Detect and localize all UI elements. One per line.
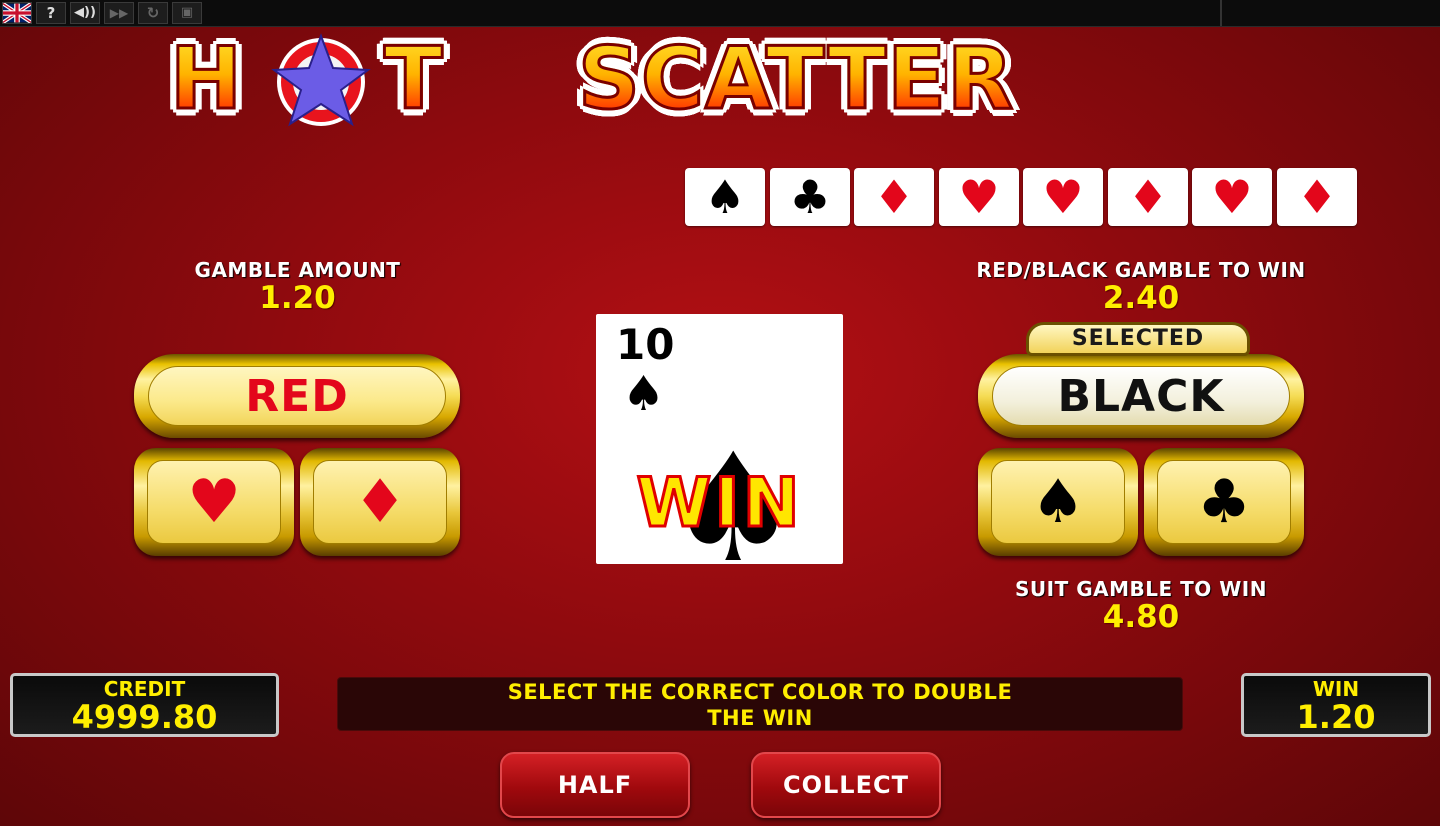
heart-suit-button[interactable]: ♥	[134, 448, 294, 556]
top-toolbar: ? ◀)) ▶▶ ↻ ▣	[0, 0, 1440, 27]
selected-badge: SELECTED	[1026, 322, 1250, 356]
red-button-label: RED	[148, 366, 446, 426]
speaker-icon[interactable]: ◀))	[70, 2, 100, 24]
diamond-suit-button[interactable]: ♦	[300, 448, 460, 556]
history-card: ♥	[939, 168, 1019, 226]
suit-gamble-label: SUIT GAMBLE TO WIN	[1015, 577, 1267, 601]
refresh-icon[interactable]: ↻	[138, 2, 168, 24]
red-black-gamble-value: 2.40	[1102, 280, 1180, 316]
star-target-icon	[271, 33, 371, 127]
message-bar: SELECT THE CORRECT COLOR TO DOUBLE THE W…	[337, 677, 1183, 731]
gamble-amount-value: 1.20	[259, 280, 336, 316]
logo-word-scatter: SCATTER	[576, 28, 1015, 131]
logo-letter-t: T	[383, 28, 445, 131]
history-card: ♥	[1023, 168, 1103, 226]
uk-flag-graphic	[3, 3, 31, 23]
club-icon: ♣	[1157, 460, 1291, 544]
red-black-gamble-label: RED/BLACK GAMBLE TO WIN	[976, 258, 1306, 282]
drawn-card: 10 ♠ ♠ WIN	[596, 314, 843, 564]
card-rank: 10	[616, 320, 675, 369]
credit-value: 4999.80	[71, 698, 218, 736]
black-button[interactable]: BLACK	[978, 354, 1304, 438]
fast-forward-icon[interactable]: ▶▶	[104, 2, 134, 24]
uk-flag-icon[interactable]	[2, 2, 32, 24]
help-button[interactable]: ?	[36, 2, 66, 24]
message-line-1: SELECT THE CORRECT COLOR TO DOUBLE	[507, 680, 1013, 704]
history-card: ♦	[1108, 168, 1188, 226]
logo-letter-h: H	[169, 28, 244, 131]
red-button[interactable]: RED	[134, 354, 460, 438]
card-win-text: WIN	[635, 463, 803, 545]
history-card: ♣	[770, 168, 850, 226]
club-suit-button[interactable]: ♣	[1144, 448, 1304, 556]
win-value: 1.20	[1296, 698, 1376, 736]
credit-label: CREDIT	[103, 677, 186, 701]
half-button[interactable]: HALF	[500, 752, 690, 818]
history-card: ♦	[1277, 168, 1357, 226]
gamble-amount-label: GAMBLE AMOUNT	[194, 258, 401, 282]
history-card: ♠	[685, 168, 765, 226]
credit-panel: CREDIT 4999.80	[10, 673, 279, 737]
spade-suit-button[interactable]: ♠	[978, 448, 1138, 556]
history-card: ♦	[854, 168, 934, 226]
toolbar-divider	[1220, 0, 1222, 26]
spade-icon: ♠	[991, 460, 1125, 544]
diamond-icon: ♦	[313, 460, 447, 544]
win-panel: WIN 1.20	[1241, 673, 1431, 737]
message-line-2: THE WIN	[707, 706, 813, 730]
history-card: ♥	[1192, 168, 1272, 226]
window-icon[interactable]: ▣	[172, 2, 202, 24]
collect-button[interactable]: COLLECT	[751, 752, 941, 818]
black-button-label: BLACK	[992, 366, 1290, 426]
card-small-spade-icon: ♠	[622, 366, 666, 422]
heart-icon: ♥	[147, 460, 281, 544]
suit-gamble-value: 4.80	[1102, 599, 1180, 635]
win-label: WIN	[1312, 677, 1360, 701]
